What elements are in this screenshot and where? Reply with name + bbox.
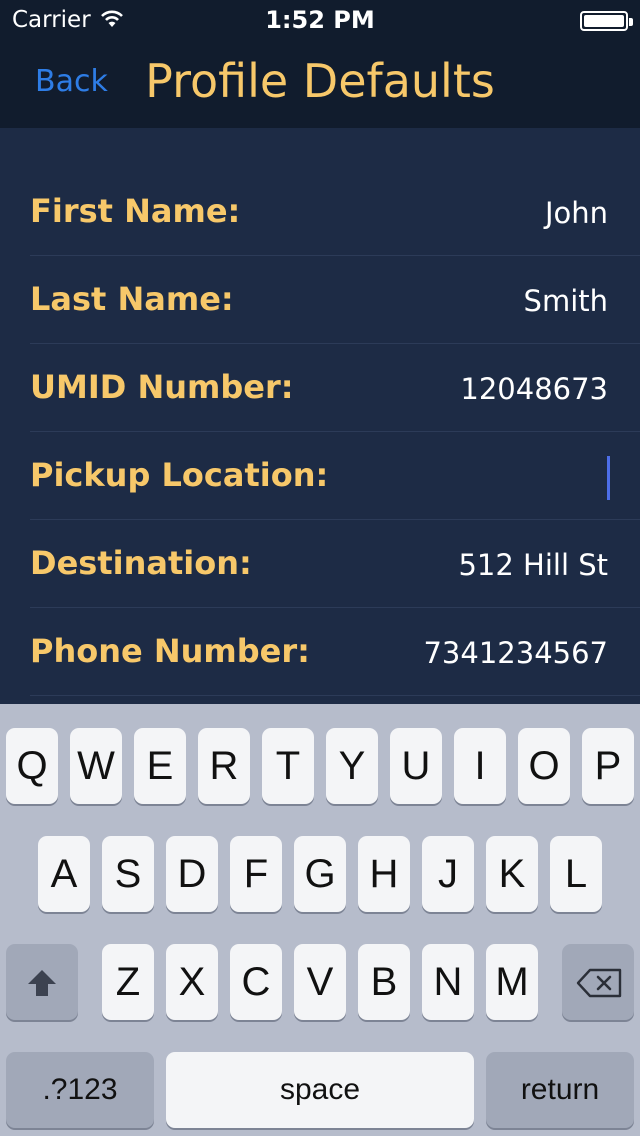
key-h[interactable]: H [358, 836, 410, 912]
key-y[interactable]: Y [326, 728, 378, 804]
key-x[interactable]: X [166, 944, 218, 1020]
battery-fill [584, 15, 624, 27]
shift-icon [28, 970, 56, 996]
numbers-key[interactable]: .?123 [6, 1052, 154, 1128]
first-name-label: First Name: [30, 192, 241, 230]
key-o[interactable]: O [518, 728, 570, 804]
return-key[interactable]: return [486, 1052, 634, 1128]
status-bar: Carrier 1:52 PM [0, 0, 640, 40]
pickup-location-label: Pickup Location: [30, 456, 329, 494]
key-a[interactable]: A [38, 836, 90, 912]
destination-label: Destination: [30, 544, 252, 582]
key-s[interactable]: S [102, 836, 154, 912]
key-b[interactable]: B [358, 944, 410, 1020]
clock: 1:52 PM [265, 6, 375, 34]
key-r[interactable]: R [198, 728, 250, 804]
space-key[interactable]: space [166, 1052, 474, 1128]
key-f[interactable]: F [230, 836, 282, 912]
phone-number-label: Phone Number: [30, 632, 310, 670]
key-j[interactable]: J [422, 836, 474, 912]
phone-number-field[interactable]: 7341234567 [423, 636, 608, 670]
destination-field[interactable]: 512 Hill St [458, 548, 608, 582]
key-z[interactable]: Z [102, 944, 154, 1020]
backspace-icon [576, 968, 622, 998]
last-name-label: Last Name: [30, 280, 234, 318]
umid-row[interactable]: UMID Number: 12048673 [30, 344, 640, 432]
battery-nub [629, 18, 633, 26]
key-k[interactable]: K [486, 836, 538, 912]
umid-field[interactable]: 12048673 [460, 372, 608, 406]
first-name-field[interactable]: John [545, 196, 608, 230]
backspace-key[interactable] [562, 944, 634, 1020]
battery-icon [580, 11, 633, 31]
key-p[interactable]: P [582, 728, 634, 804]
first-name-row[interactable]: First Name: John [30, 168, 640, 256]
key-n[interactable]: N [422, 944, 474, 1020]
key-w[interactable]: W [70, 728, 122, 804]
umid-label: UMID Number: [30, 368, 294, 406]
phone-number-row[interactable]: Phone Number: 7341234567 [30, 608, 640, 696]
text-cursor [607, 456, 610, 500]
shift-key[interactable] [6, 944, 78, 1020]
page-title: Profile Defaults [145, 54, 495, 108]
key-e[interactable]: E [134, 728, 186, 804]
last-name-row[interactable]: Last Name: Smith [30, 256, 640, 344]
pickup-location-row[interactable]: Pickup Location: [30, 432, 640, 520]
key-i[interactable]: I [454, 728, 506, 804]
destination-row[interactable]: Destination: 512 Hill St [30, 520, 640, 608]
key-v[interactable]: V [294, 944, 346, 1020]
key-m[interactable]: M [486, 944, 538, 1020]
key-d[interactable]: D [166, 836, 218, 912]
nav-bar: Back Profile Defaults [0, 40, 640, 128]
key-u[interactable]: U [390, 728, 442, 804]
key-l[interactable]: L [550, 836, 602, 912]
last-name-field[interactable]: Smith [524, 284, 608, 318]
profile-form: First Name: John Last Name: Smith UMID N… [0, 128, 640, 704]
key-g[interactable]: G [294, 836, 346, 912]
keyboard: Q W E R T Y U I O P A S D F G H J K L Z … [0, 704, 640, 1136]
key-t[interactable]: T [262, 728, 314, 804]
key-q[interactable]: Q [6, 728, 58, 804]
key-c[interactable]: C [230, 944, 282, 1020]
